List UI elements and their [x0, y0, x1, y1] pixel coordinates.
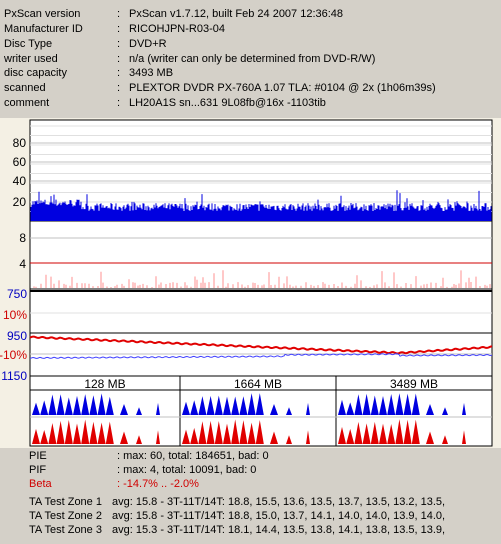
pif-tick-label: 4	[19, 257, 26, 271]
ta-zone-label: 1664 MB	[234, 377, 282, 391]
pie-tick-label: 80	[13, 136, 27, 150]
info-value: 3493 MB	[129, 67, 174, 79]
ta-zone-label: 128 MB	[84, 377, 125, 391]
stat-value-pie: : max: 60, total: 184651, bad: 0	[117, 450, 269, 462]
info-separator: :	[117, 67, 121, 79]
stat-label-ta-zone-3: TA Test Zone 3	[29, 524, 102, 536]
pif-plot-frame	[29, 220, 493, 290]
info-separator: :	[117, 53, 121, 65]
stat-value-ta-zone-1: avg: 15.8 - 3T-11T/14T: 18.8, 15.5, 13.6…	[112, 496, 446, 508]
pif-tick-label: 8	[19, 231, 26, 245]
info-value: PLEXTOR DVDR PX-760A 1.07 TLA: #0104 @ 2…	[129, 82, 436, 94]
pie-tick-label: 60	[13, 155, 27, 169]
info-separator: :	[117, 23, 121, 35]
info-label: scanned	[4, 82, 46, 94]
jitter-tick-label: 1150	[1, 369, 27, 383]
stat-label-pie: PIE	[29, 450, 47, 462]
pxscan-report: PxScan version: PxScan v1.7.12, built Feb…	[0, 0, 501, 544]
info-value: DVD+R	[129, 38, 167, 50]
scan-graph-panel: 80 60 40 20 8 4 750 10% 950 -10% 1150 128 MB 1664 MB…	[0, 118, 501, 448]
jitter-tick-label: -10%	[0, 348, 27, 362]
scan-graph: 80 60 40 20 8 4 750 10% 950 -10% 1150 128 MB 1664 MB…	[0, 119, 493, 447]
stat-label-ta-zone-2: TA Test Zone 2	[29, 510, 102, 522]
info-label: Manufacturer ID	[4, 23, 83, 35]
stat-value-beta: : -14.7% .. -2.0%	[117, 478, 199, 490]
info-separator: :	[117, 38, 121, 50]
info-label: Disc Type	[4, 38, 53, 50]
stat-label-beta: Beta	[29, 478, 52, 490]
disc-info-panel: PxScan version: PxScan v1.7.12, built Feb…	[0, 0, 501, 118]
info-value: LH20A1S sn...631 9L08fb@16x -1103tib	[129, 97, 326, 109]
ta-zone-label: 3489 MB	[390, 377, 438, 391]
info-value: n/a (writer can only be determined from …	[129, 53, 376, 65]
stat-value-ta-zone-2: avg: 15.8 - 3T-11T/14T: 18.8, 15.0, 13.7…	[112, 510, 446, 522]
scan-statistics: PIE : max: 60, total: 184651, bad: 0 PIF…	[0, 450, 501, 544]
stat-label-ta-zone-1: TA Test Zone 1	[29, 496, 102, 508]
info-separator: :	[117, 8, 121, 20]
jitter-tick-label: 750	[7, 287, 27, 301]
info-separator: :	[117, 82, 121, 94]
info-separator: :	[117, 97, 121, 109]
jitter-tick-label: 10%	[3, 308, 27, 322]
stat-value-pif: : max: 4, total: 10091, bad: 0	[117, 464, 257, 476]
jitter-tick-label: 950	[7, 329, 27, 343]
pie-tick-label: 20	[13, 195, 27, 209]
stat-label-pif: PIF	[29, 464, 47, 476]
pie-tick-label: 40	[13, 174, 27, 188]
info-value: PxScan v1.7.12, built Feb 24 2007 12:36:…	[129, 8, 344, 20]
info-label: comment	[4, 97, 50, 109]
info-label: disc capacity	[4, 67, 67, 79]
stat-value-ta-zone-3: avg: 15.3 - 3T-11T/14T: 18.1, 14.4, 13.5…	[112, 524, 446, 536]
info-label: PxScan version	[4, 8, 81, 20]
info-value: RICOHJPN-R03-04	[129, 23, 225, 35]
info-label: writer used	[4, 53, 58, 65]
